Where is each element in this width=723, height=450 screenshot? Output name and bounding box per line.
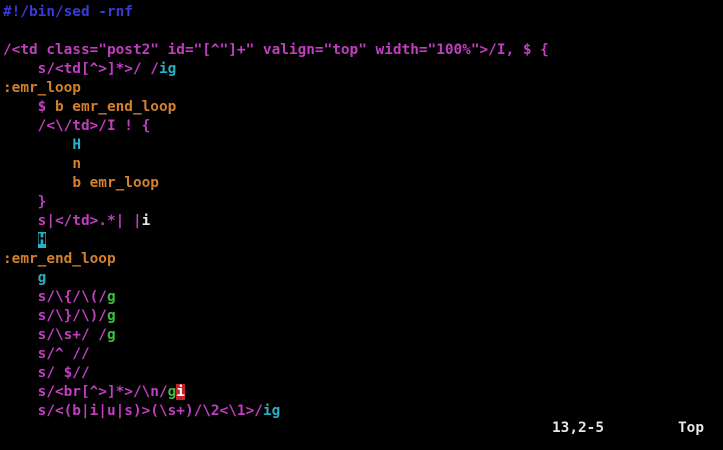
code-line[interactable]: /<td class="post2" id="[^"]+" valign="to… (3, 41, 549, 60)
code-line[interactable]: s/\{/\(/g (3, 288, 116, 307)
code-line[interactable]: s/\s+/ /g (3, 326, 116, 345)
code-token: s/^ // (37, 346, 90, 362)
code-line[interactable]: s/<(b|i|u|s)>(\s+)/\2<\1>/ig (3, 402, 281, 421)
scroll-indicator: Top (678, 420, 704, 436)
code-token: s/ $// (37, 365, 90, 381)
code-line[interactable]: s/ $// (3, 364, 90, 383)
code-token: /<\/td>/I ! { (37, 118, 151, 134)
code-line[interactable]: $ b emr_end_loop (3, 98, 177, 117)
code-line[interactable]: s/<td[^>]*>/ /ig (3, 60, 177, 79)
code-line[interactable]: n (3, 155, 81, 174)
code-line[interactable]: s/<br[^>]*>/\n/gi (3, 383, 185, 402)
code-line[interactable]: s|</td>.*| |i (3, 212, 151, 231)
code-token: g (167, 384, 177, 400)
code-token: s/\{/\(/ (37, 289, 107, 305)
code-token: ig (262, 403, 281, 419)
code-line[interactable]: H (3, 231, 47, 250)
code-token: g (106, 327, 116, 343)
cursor-position: 13,2-5 (552, 420, 604, 436)
editor-buffer[interactable]: #!/bin/sed -rnf /<td class="post2" id="[^… (3, 0, 721, 430)
code-token: } (37, 194, 47, 210)
code-token: s/\s+/ / (37, 327, 107, 343)
code-token: :emr_loop (3, 80, 81, 96)
text-cursor: H (37, 232, 47, 248)
code-token: $ (37, 99, 55, 115)
code-token: g (106, 289, 116, 305)
code-token: n (72, 156, 81, 172)
code-token: g (37, 270, 47, 286)
code-line[interactable]: } (3, 193, 47, 212)
code-token: i (141, 213, 151, 229)
code-token: ig (158, 61, 177, 77)
code-line[interactable]: g (3, 269, 47, 288)
code-token: s/\}/\)/ (37, 308, 107, 324)
code-line[interactable]: b emr_loop (3, 174, 159, 193)
code-line[interactable]: H (3, 136, 81, 155)
code-token: :emr_end_loop (3, 251, 116, 267)
code-line[interactable]: s/^ // (3, 345, 90, 364)
code-line[interactable]: #!/bin/sed -rnf (3, 3, 133, 22)
code-token: #!/bin/sed -rnf (3, 4, 133, 20)
code-line[interactable]: :emr_end_loop (3, 250, 116, 269)
code-line[interactable]: s/\}/\)/g (3, 307, 116, 326)
code-token: g (106, 308, 116, 324)
code-line[interactable]: :emr_loop (3, 79, 81, 98)
code-line[interactable]: /<\/td>/I ! { (3, 117, 151, 136)
code-token: s|</td>.*| | (37, 213, 142, 229)
code-token: s/<br[^>]*>/\n/ (37, 384, 168, 400)
code-token: /<td class="post2" id="[^"]+" valign="to… (3, 42, 549, 58)
error-highlight: i (176, 384, 185, 400)
code-token: H (72, 137, 81, 153)
code-token: s/<(b|i|u|s)>(\s+)/\2<\1>/ (37, 403, 263, 419)
code-token: b emr_loop (72, 175, 159, 191)
code-token: s/<td[^>]*>/ / (37, 61, 159, 77)
code-token: b emr_end_loop (54, 99, 177, 115)
